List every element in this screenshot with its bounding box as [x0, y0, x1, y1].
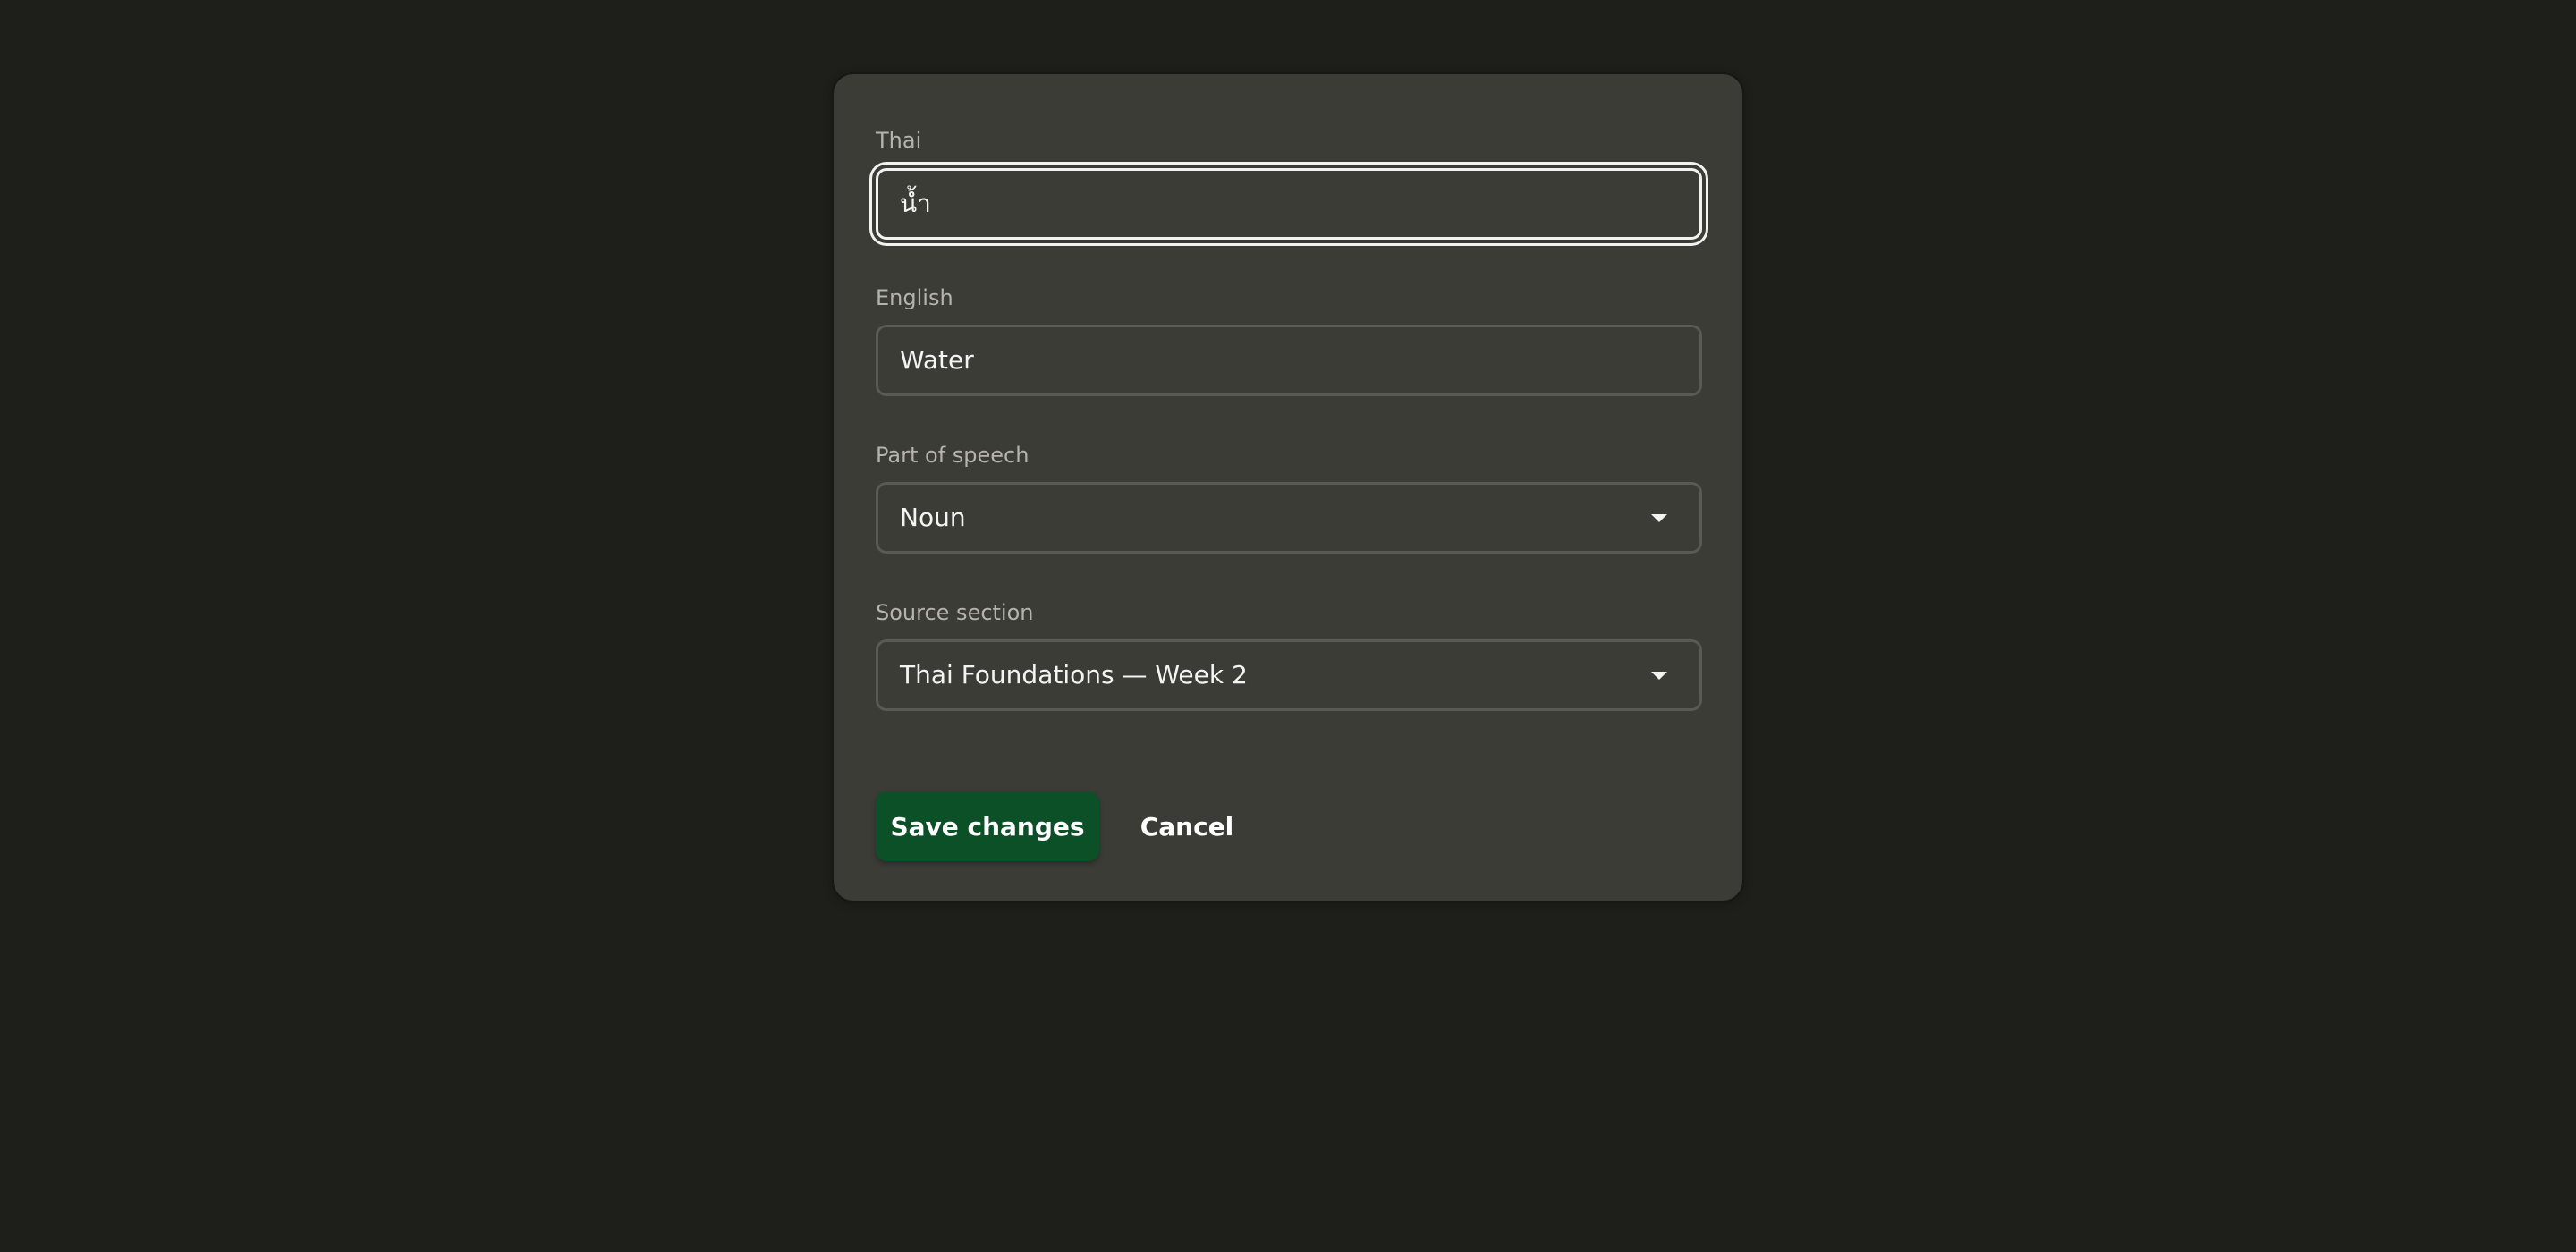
- edit-word-dialog: Thai น้ำ English Water Part of speech No…: [832, 72, 1744, 902]
- thai-input[interactable]: น้ำ: [876, 168, 1702, 240]
- source-section-value: Thai Foundations — Week 2: [900, 660, 1248, 689]
- source-section-select[interactable]: Thai Foundations — Week 2: [876, 639, 1702, 711]
- thai-input-value: น้ำ: [900, 189, 931, 218]
- english-input[interactable]: Water: [876, 325, 1702, 396]
- part-of-speech-label: Part of speech: [876, 443, 1030, 468]
- part-of-speech-value: Noun: [900, 503, 966, 532]
- thai-label: Thai: [876, 128, 922, 153]
- chevron-down-icon: [1651, 513, 1667, 522]
- chevron-down-icon: [1651, 671, 1667, 680]
- part-of-speech-select[interactable]: Noun: [876, 482, 1702, 554]
- cancel-button[interactable]: Cancel: [1129, 791, 1245, 861]
- source-section-label: Source section: [876, 600, 1034, 625]
- english-input-value: Water: [900, 345, 974, 375]
- english-label: English: [876, 285, 953, 310]
- save-changes-button[interactable]: Save changes: [876, 791, 1099, 861]
